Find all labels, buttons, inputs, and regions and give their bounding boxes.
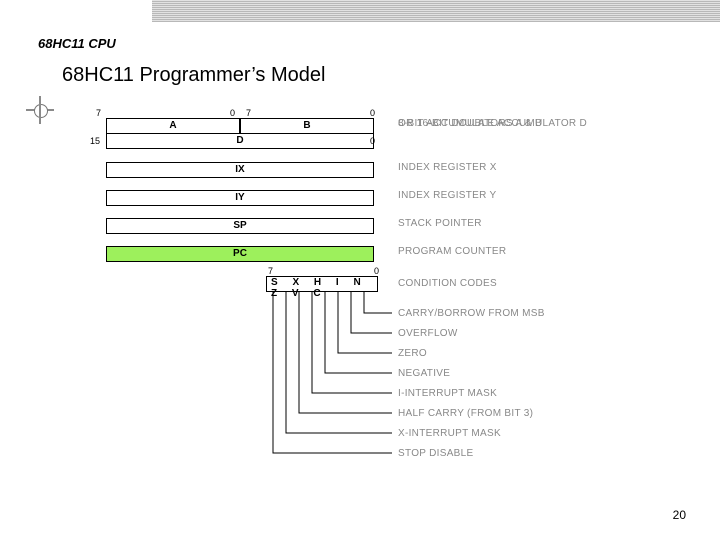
page-number: 20 [673, 508, 686, 522]
bit-a-lo: 0 [230, 108, 235, 118]
title-bar-decor [152, 0, 720, 22]
bit-b-lo: 0 [370, 108, 375, 118]
bit-b-hi: 7 [246, 108, 251, 118]
bit-a-hi: 7 [96, 108, 101, 118]
bullet-ornament [26, 96, 54, 124]
ccr-wires [78, 118, 678, 478]
slide-title: 68HC11 Programmer’s Model [62, 64, 325, 87]
section-label: 68HC11 CPU [38, 36, 116, 51]
register-diagram: A B 7 0 7 0 D 15 0 IX IY SP PC 8-BIT ACC… [78, 118, 678, 498]
slide: 68HC11 CPU 68HC11 Programmer’s Model A B… [0, 0, 720, 540]
